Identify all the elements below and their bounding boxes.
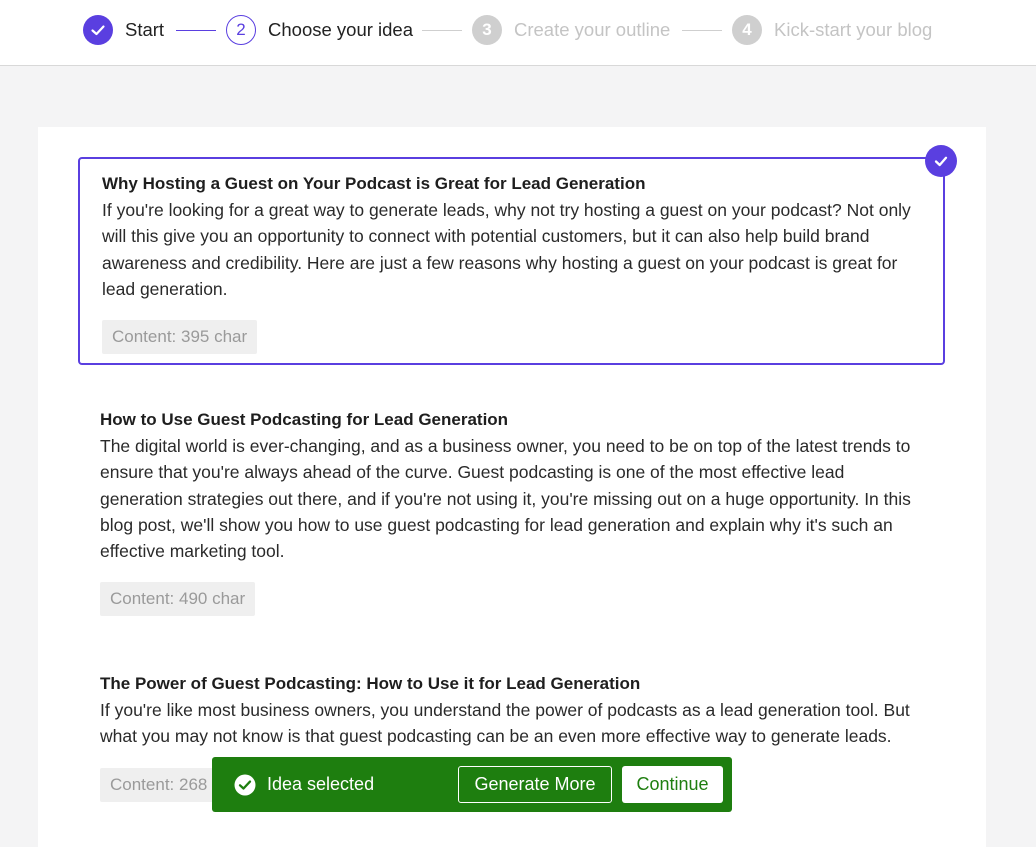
ideas-panel: Why Hosting a Guest on Your Podcast is G… xyxy=(38,127,986,847)
idea-body: If you're like most business owners, you… xyxy=(100,700,910,747)
check-circle-icon xyxy=(234,774,256,796)
selected-check-icon xyxy=(925,145,957,177)
step-number: 3 xyxy=(472,15,502,45)
checkmark-icon xyxy=(83,15,113,45)
step-connector xyxy=(176,30,216,31)
step-choose-idea[interactable]: 2 Choose your idea xyxy=(226,15,413,45)
step-label: Choose your idea xyxy=(268,19,414,40)
generate-more-button[interactable]: Generate More xyxy=(458,766,612,803)
step-label: Start xyxy=(125,19,165,40)
idea-title: How to Use Guest Podcasting for Lead Gen… xyxy=(100,410,509,429)
content-length-badge: Content: 395 char xyxy=(102,320,258,355)
idea-title: The Power of Guest Podcasting: How to Us… xyxy=(100,674,641,693)
progress-stepper: Start 2 Choose your idea 3 Create your o… xyxy=(0,0,1036,66)
step-kick-start-blog[interactable]: 4 Kick-start your blog xyxy=(732,15,932,45)
step-create-outline[interactable]: 3 Create your outline xyxy=(472,15,670,45)
step-number: 4 xyxy=(732,15,762,45)
toast-message: Idea selected xyxy=(267,774,375,794)
idea-body: The digital world is ever-changing, and … xyxy=(100,436,911,562)
step-start[interactable]: Start xyxy=(83,15,164,45)
content-length-badge: Content: 490 char xyxy=(100,582,256,617)
idea-card-2[interactable]: How to Use Guest Podcasting for Lead Gen… xyxy=(78,395,945,630)
idea-selected-toast: Idea selected Generate More Continue xyxy=(212,757,732,812)
idea-card-1[interactable]: Why Hosting a Guest on Your Podcast is G… xyxy=(78,145,957,365)
step-connector xyxy=(682,30,722,31)
continue-button[interactable]: Continue xyxy=(622,766,723,803)
step-number: 2 xyxy=(226,15,256,45)
step-label: Kick-start your blog xyxy=(774,19,933,40)
step-label: Create your outline xyxy=(514,19,671,40)
idea-title: Why Hosting a Guest on Your Podcast is G… xyxy=(102,174,646,193)
step-connector xyxy=(422,30,462,31)
idea-body: If you're looking for a great way to gen… xyxy=(102,200,911,299)
